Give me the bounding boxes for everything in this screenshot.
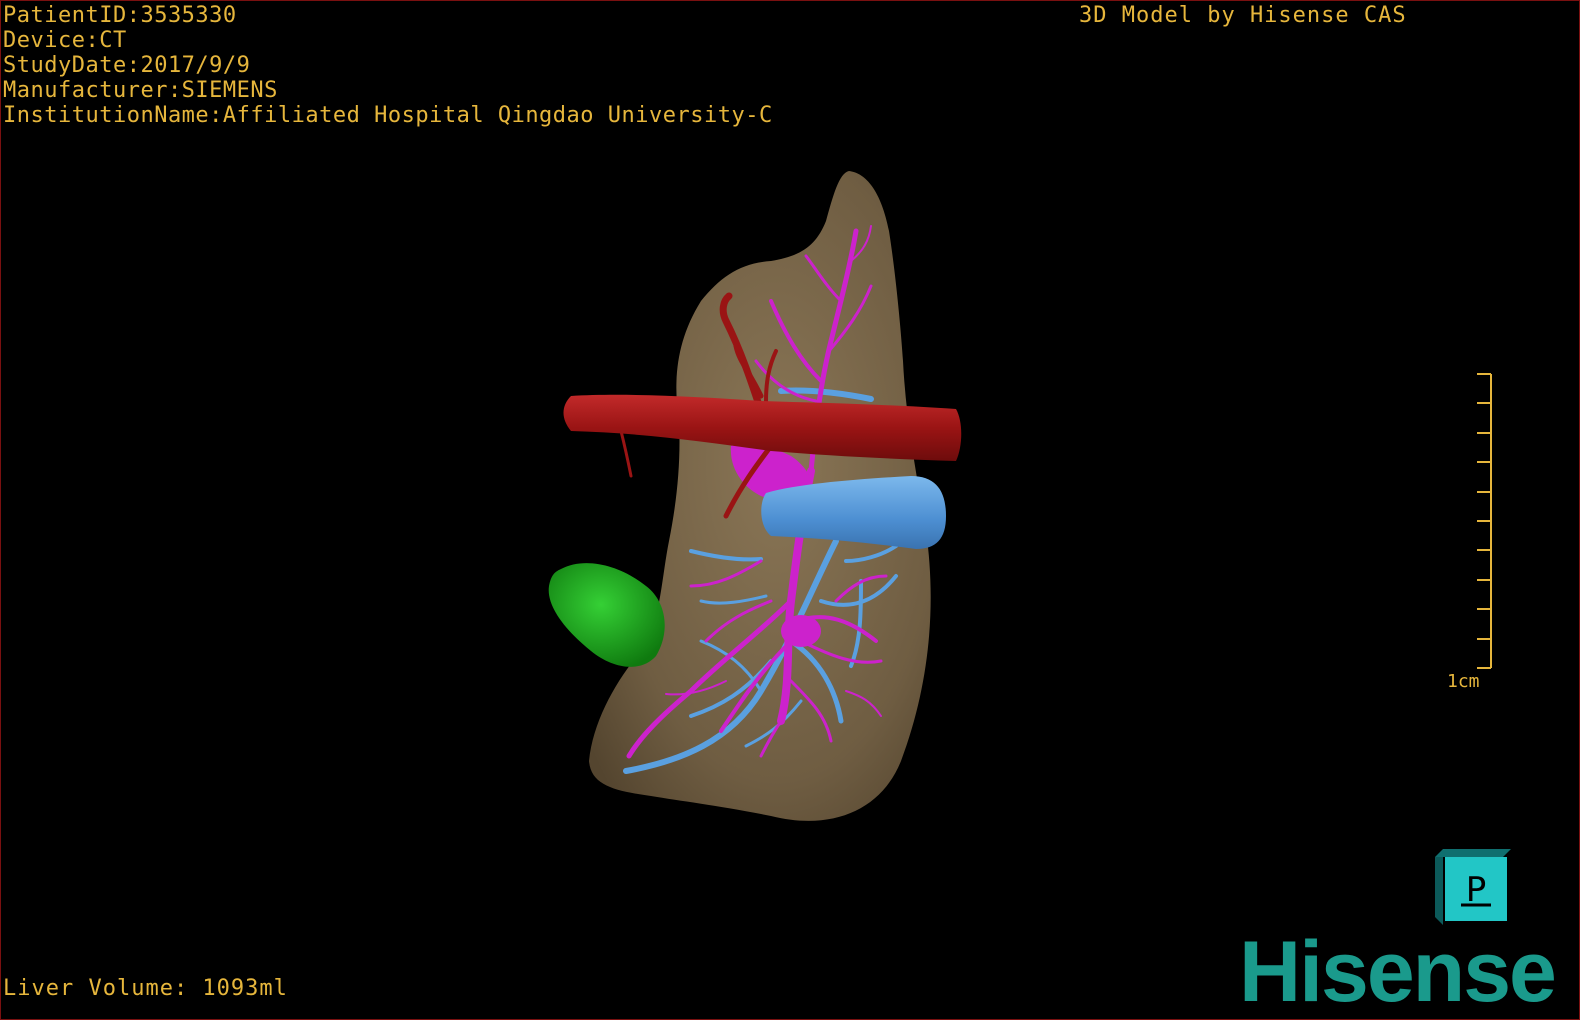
dicom-info-overlay: PatientID:3535330 Device:CT StudyDate:20… [3, 3, 773, 128]
institution-name: InstitutionName:Affiliated Hospital Qing… [3, 103, 773, 128]
device: Device:CT [3, 28, 127, 53]
model-credit: 3D Model by Hisense CAS [1079, 3, 1407, 28]
orientation-cube[interactable]: P [1435, 849, 1511, 925]
liver-volume: Liver Volume: 1093ml [3, 976, 288, 1001]
3d-viewport[interactable]: PatientID:3535330 Device:CT StudyDate:20… [0, 0, 1580, 1020]
patient-id: PatientID:3535330 [3, 3, 237, 28]
scale-bar-label: 1cm [1447, 671, 1480, 692]
manufacturer: Manufacturer:SIEMENS [3, 78, 278, 103]
brand-logo: Hisense [1239, 924, 1557, 1020]
liver-3d-model[interactable] [1, 1, 1579, 1019]
scale-bar [1477, 373, 1492, 669]
portal-vein-confluence [781, 615, 821, 647]
study-date: StudyDate:2017/9/9 [3, 53, 251, 78]
liver-lesion [548, 563, 665, 667]
